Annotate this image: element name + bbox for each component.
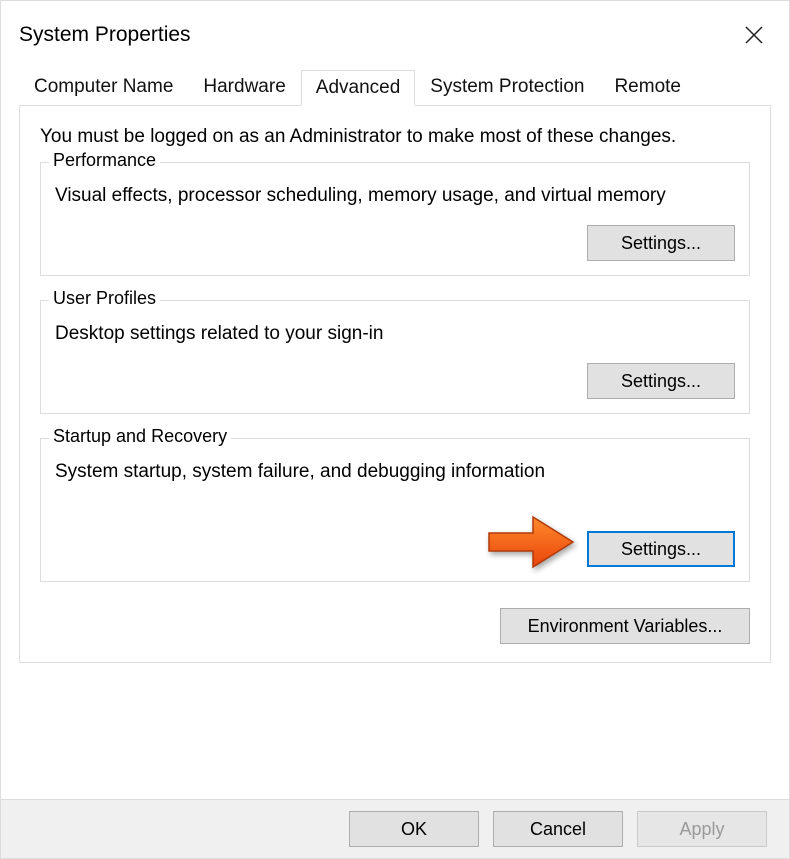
group-startup-legend: Startup and Recovery [49,426,231,447]
tab-remote[interactable]: Remote [599,69,696,105]
user-profiles-settings-button[interactable]: Settings... [587,363,735,399]
ok-button[interactable]: OK [349,811,479,847]
group-performance-legend: Performance [49,150,160,171]
tab-system-protection[interactable]: System Protection [415,69,599,105]
group-user-profiles-legend: User Profiles [49,288,160,309]
intro-text: You must be logged on as an Administrato… [40,126,756,148]
cancel-button[interactable]: Cancel [493,811,623,847]
tab-panel-advanced: You must be logged on as an Administrato… [19,106,771,663]
performance-settings-button[interactable]: Settings... [587,225,735,261]
tab-hardware[interactable]: Hardware [188,69,300,105]
titlebar: System Properties [1,1,789,61]
group-performance: Performance Visual effects, processor sc… [40,162,750,276]
dialog-footer: OK Cancel Apply [1,799,789,858]
group-user-profiles: User Profiles Desktop settings related t… [40,300,750,414]
system-properties-window: System Properties Computer Name Hardware… [0,0,790,859]
startup-recovery-settings-button[interactable]: Settings... [587,531,735,567]
group-user-profiles-desc: Desktop settings related to your sign-in [55,323,735,345]
window-title: System Properties [19,23,191,47]
tab-computer-name[interactable]: Computer Name [19,69,188,105]
callout-arrow-icon [487,513,575,571]
tab-advanced[interactable]: Advanced [301,70,416,106]
environment-variables-button[interactable]: Environment Variables... [500,608,750,644]
content-area: Computer Name Hardware Advanced System P… [1,61,789,663]
group-startup-recovery: Startup and Recovery System startup, sys… [40,438,750,582]
tab-strip: Computer Name Hardware Advanced System P… [19,69,771,106]
close-icon[interactable] [733,17,775,53]
apply-button[interactable]: Apply [637,811,767,847]
group-performance-desc: Visual effects, processor scheduling, me… [55,185,735,207]
group-startup-desc: System startup, system failure, and debu… [55,461,735,483]
